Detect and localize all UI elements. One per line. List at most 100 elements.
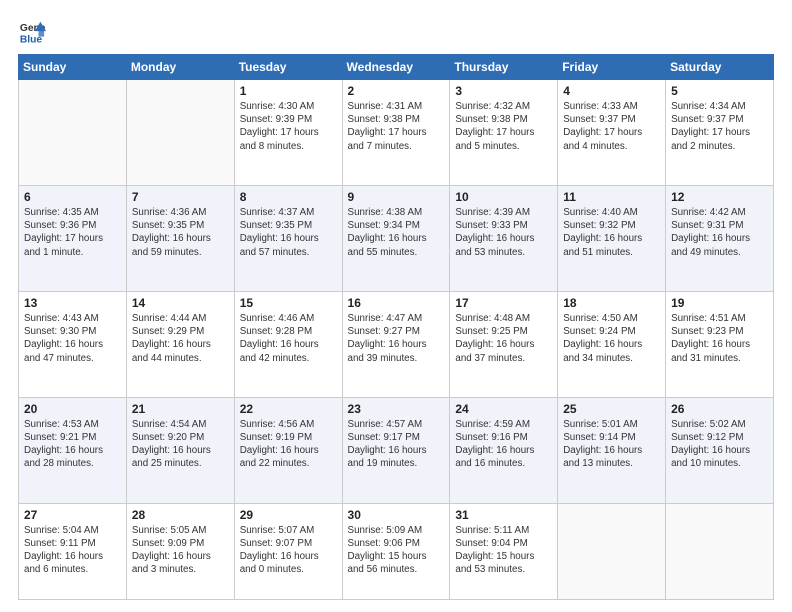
table-row <box>19 80 127 186</box>
day-info: Sunrise: 4:57 AM Sunset: 9:17 PM Dayligh… <box>348 418 445 471</box>
day-number: 28 <box>132 508 229 522</box>
page-header: General Blue <box>18 18 774 46</box>
calendar-week-row: 27 Sunrise: 5:04 AM Sunset: 9:11 PM Dayli… <box>19 503 774 599</box>
day-number: 18 <box>563 296 660 310</box>
day-info: Sunrise: 5:09 AM Sunset: 9:06 PM Dayligh… <box>348 524 445 577</box>
day-number: 13 <box>24 296 121 310</box>
day-info: Sunrise: 5:07 AM Sunset: 9:07 PM Dayligh… <box>240 524 337 577</box>
day-number: 20 <box>24 402 121 416</box>
table-row: 16 Sunrise: 4:47 AM Sunset: 9:27 PM Dayli… <box>342 291 450 397</box>
day-info: Sunrise: 5:01 AM Sunset: 9:14 PM Dayligh… <box>563 418 660 471</box>
table-row: 3 Sunrise: 4:32 AM Sunset: 9:38 PM Daylig… <box>450 80 558 186</box>
col-sunday: Sunday <box>19 55 127 80</box>
day-info: Sunrise: 5:04 AM Sunset: 9:11 PM Dayligh… <box>24 524 121 577</box>
day-info: Sunrise: 4:36 AM Sunset: 9:35 PM Dayligh… <box>132 206 229 259</box>
table-row: 20 Sunrise: 4:53 AM Sunset: 9:21 PM Dayli… <box>19 397 127 503</box>
day-number: 1 <box>240 84 337 98</box>
table-row: 29 Sunrise: 5:07 AM Sunset: 9:07 PM Dayli… <box>234 503 342 599</box>
calendar-table: Sunday Monday Tuesday Wednesday Thursday… <box>18 54 774 600</box>
day-number: 7 <box>132 190 229 204</box>
day-number: 26 <box>671 402 768 416</box>
calendar-week-row: 13 Sunrise: 4:43 AM Sunset: 9:30 PM Dayli… <box>19 291 774 397</box>
day-number: 6 <box>24 190 121 204</box>
table-row: 8 Sunrise: 4:37 AM Sunset: 9:35 PM Daylig… <box>234 185 342 291</box>
col-monday: Monday <box>126 55 234 80</box>
table-row <box>666 503 774 599</box>
day-number: 19 <box>671 296 768 310</box>
day-info: Sunrise: 4:54 AM Sunset: 9:20 PM Dayligh… <box>132 418 229 471</box>
day-info: Sunrise: 4:38 AM Sunset: 9:34 PM Dayligh… <box>348 206 445 259</box>
day-info: Sunrise: 4:53 AM Sunset: 9:21 PM Dayligh… <box>24 418 121 471</box>
table-row: 9 Sunrise: 4:38 AM Sunset: 9:34 PM Daylig… <box>342 185 450 291</box>
day-info: Sunrise: 4:39 AM Sunset: 9:33 PM Dayligh… <box>455 206 552 259</box>
table-row: 21 Sunrise: 4:54 AM Sunset: 9:20 PM Dayli… <box>126 397 234 503</box>
day-info: Sunrise: 4:37 AM Sunset: 9:35 PM Dayligh… <box>240 206 337 259</box>
day-number: 23 <box>348 402 445 416</box>
day-info: Sunrise: 4:48 AM Sunset: 9:25 PM Dayligh… <box>455 312 552 365</box>
table-row: 18 Sunrise: 4:50 AM Sunset: 9:24 PM Dayli… <box>558 291 666 397</box>
table-row: 24 Sunrise: 4:59 AM Sunset: 9:16 PM Dayli… <box>450 397 558 503</box>
day-info: Sunrise: 4:59 AM Sunset: 9:16 PM Dayligh… <box>455 418 552 471</box>
table-row: 5Sunrise: 4:34 AM Sunset: 9:37 PM Daylig… <box>666 80 774 186</box>
table-row: 12 Sunrise: 4:42 AM Sunset: 9:31 PM Dayli… <box>666 185 774 291</box>
col-saturday: Saturday <box>666 55 774 80</box>
day-number: 30 <box>348 508 445 522</box>
day-number: 14 <box>132 296 229 310</box>
day-info: Sunrise: 4:30 AM Sunset: 9:39 PM Dayligh… <box>240 100 337 153</box>
day-number: 16 <box>348 296 445 310</box>
table-row <box>558 503 666 599</box>
table-row: 15 Sunrise: 4:46 AM Sunset: 9:28 PM Dayli… <box>234 291 342 397</box>
col-thursday: Thursday <box>450 55 558 80</box>
day-number: 24 <box>455 402 552 416</box>
day-number: 3 <box>455 84 552 98</box>
day-number: 11 <box>563 190 660 204</box>
day-info: Sunrise: 4:56 AM Sunset: 9:19 PM Dayligh… <box>240 418 337 471</box>
day-number: 12 <box>671 190 768 204</box>
col-friday: Friday <box>558 55 666 80</box>
day-info: Sunrise: 4:43 AM Sunset: 9:30 PM Dayligh… <box>24 312 121 365</box>
table-row: 10 Sunrise: 4:39 AM Sunset: 9:33 PM Dayli… <box>450 185 558 291</box>
day-number: 29 <box>240 508 337 522</box>
day-info: Sunrise: 4:42 AM Sunset: 9:31 PM Dayligh… <box>671 206 768 259</box>
day-info: Sunrise: 5:05 AM Sunset: 9:09 PM Dayligh… <box>132 524 229 577</box>
day-number: 9 <box>348 190 445 204</box>
day-number: 27 <box>24 508 121 522</box>
table-row: 19Sunrise: 4:51 AM Sunset: 9:23 PM Dayli… <box>666 291 774 397</box>
logo-icon: General Blue <box>18 18 46 46</box>
day-info: Sunrise: 4:35 AM Sunset: 9:36 PM Dayligh… <box>24 206 121 259</box>
day-number: 31 <box>455 508 552 522</box>
calendar-week-row: 6 Sunrise: 4:35 AM Sunset: 9:36 PM Daylig… <box>19 185 774 291</box>
table-row <box>126 80 234 186</box>
calendar-week-row: 1 Sunrise: 4:30 AM Sunset: 9:39 PM Daylig… <box>19 80 774 186</box>
calendar-header-row: Sunday Monday Tuesday Wednesday Thursday… <box>19 55 774 80</box>
table-row: 17 Sunrise: 4:48 AM Sunset: 9:25 PM Dayli… <box>450 291 558 397</box>
day-info: Sunrise: 4:40 AM Sunset: 9:32 PM Dayligh… <box>563 206 660 259</box>
day-info: Sunrise: 4:34 AM Sunset: 9:37 PM Dayligh… <box>671 100 768 153</box>
day-info: Sunrise: 5:02 AM Sunset: 9:12 PM Dayligh… <box>671 418 768 471</box>
logo: General Blue <box>18 18 46 46</box>
table-row: 13 Sunrise: 4:43 AM Sunset: 9:30 PM Dayli… <box>19 291 127 397</box>
day-info: Sunrise: 4:50 AM Sunset: 9:24 PM Dayligh… <box>563 312 660 365</box>
table-row: 11 Sunrise: 4:40 AM Sunset: 9:32 PM Dayli… <box>558 185 666 291</box>
day-info: Sunrise: 4:31 AM Sunset: 9:38 PM Dayligh… <box>348 100 445 153</box>
col-wednesday: Wednesday <box>342 55 450 80</box>
table-row: 6 Sunrise: 4:35 AM Sunset: 9:36 PM Daylig… <box>19 185 127 291</box>
day-info: Sunrise: 4:32 AM Sunset: 9:38 PM Dayligh… <box>455 100 552 153</box>
day-number: 10 <box>455 190 552 204</box>
day-number: 17 <box>455 296 552 310</box>
day-number: 25 <box>563 402 660 416</box>
table-row: 14Sunrise: 4:44 AM Sunset: 9:29 PM Dayli… <box>126 291 234 397</box>
day-info: Sunrise: 4:46 AM Sunset: 9:28 PM Dayligh… <box>240 312 337 365</box>
table-row: 7 Sunrise: 4:36 AM Sunset: 9:35 PM Daylig… <box>126 185 234 291</box>
day-number: 21 <box>132 402 229 416</box>
day-number: 8 <box>240 190 337 204</box>
day-info: Sunrise: 4:47 AM Sunset: 9:27 PM Dayligh… <box>348 312 445 365</box>
table-row: 27 Sunrise: 5:04 AM Sunset: 9:11 PM Dayli… <box>19 503 127 599</box>
day-number: 4 <box>563 84 660 98</box>
table-row: 25 Sunrise: 5:01 AM Sunset: 9:14 PM Dayli… <box>558 397 666 503</box>
table-row: 22Sunrise: 4:56 AM Sunset: 9:19 PM Dayli… <box>234 397 342 503</box>
table-row: 23 Sunrise: 4:57 AM Sunset: 9:17 PM Dayli… <box>342 397 450 503</box>
col-tuesday: Tuesday <box>234 55 342 80</box>
day-info: Sunrise: 4:33 AM Sunset: 9:37 PM Dayligh… <box>563 100 660 153</box>
day-number: 15 <box>240 296 337 310</box>
